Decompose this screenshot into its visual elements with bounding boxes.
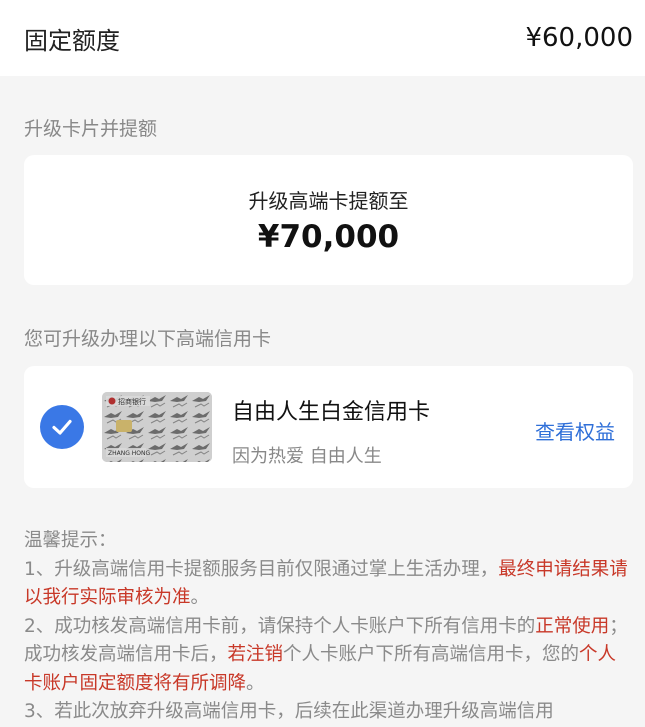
upgrade-section-title: 升级卡片并提额 <box>24 118 158 140</box>
card-slogan: 因为热爱 自由人生 <box>232 446 382 467</box>
tip-1-suffix: 。 <box>190 587 210 608</box>
tips-title: 温馨提示： <box>24 530 117 551</box>
selected-check-icon[interactable] <box>40 405 84 449</box>
fixed-limit-row: 固定额度 ¥60,000 <box>0 0 645 76</box>
tip-2-text-1: 2、成功核发高端信用卡前，请保持个人卡账户下所有信用卡的 <box>24 615 536 637</box>
tip-2-highlight-2: 若注销 <box>227 644 284 665</box>
card-art-icon: 招商银行 ZHANG HONG <box>102 392 212 462</box>
upgrade-limit-caption: 升级高端卡提额至 <box>248 189 409 213</box>
fixed-limit-label: 固定额度 <box>24 26 120 55</box>
tip-1-text: 1、升级高端信用卡提额服务目前仅限通过掌上生活办理， <box>24 558 499 580</box>
tips-section: 温馨提示： 1、升级高端信用卡提额服务目前仅限通过掌上生活办理，最终申请结果请以… <box>24 527 630 727</box>
tip-item-3: 3、若此次放弃升级高端信用卡，后续在此渠道办理升级高端信用 <box>24 701 554 722</box>
view-benefits-link[interactable]: 查看权益 <box>535 416 615 445</box>
cards-section-title: 您可升级办理以下高端信用卡 <box>24 328 272 350</box>
credit-card-option[interactable]: 招商银行 ZHANG HONG 自由人生白金信用卡 因为热爱 自由人生 查看权益 <box>24 366 633 488</box>
card-name: 自由人生白金信用卡 <box>232 400 431 425</box>
card-holder-name: ZHANG HONG <box>108 450 150 457</box>
upgrade-limit-card: 升级高端卡提额至 ¥70,000 <box>24 155 633 285</box>
card-thumbnail-image: 招商银行 ZHANG HONG <box>102 392 212 462</box>
fixed-limit-amount: ¥60,000 <box>525 23 633 53</box>
tip-item-2: 2、成功核发高端信用卡前，请保持个人卡账户下所有信用卡的正常使用；成功核发高端信… <box>24 613 630 699</box>
card-bank-name: 招商银行 <box>118 397 146 406</box>
tip-item-1: 1、升级高端信用卡提额服务目前仅限通过掌上生活办理，最终申请结果请以我行实际审核… <box>24 556 630 613</box>
tip-2-highlight-1: 正常使用 <box>535 615 610 637</box>
tip-2-text-4: 。 <box>246 672 265 694</box>
checkmark-icon <box>52 419 72 435</box>
tip-2-text-3: 个人卡账户下所有高端信用卡，您的 <box>283 644 580 665</box>
upgrade-limit-amount: ¥70,000 <box>257 219 400 255</box>
